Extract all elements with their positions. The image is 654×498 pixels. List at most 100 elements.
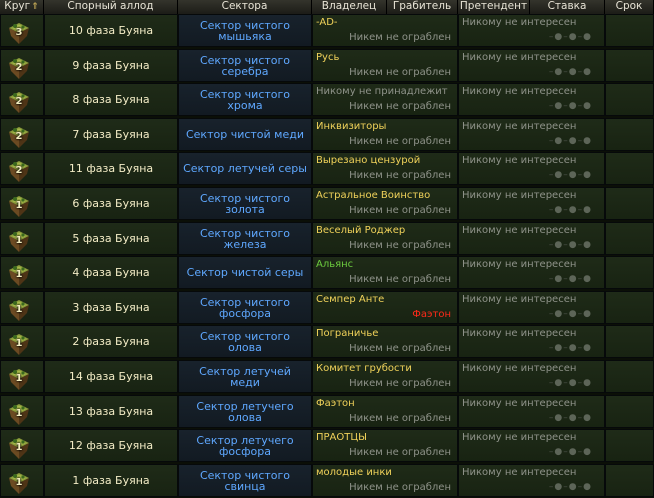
round-number: 2 <box>15 165 23 176</box>
column-header-label: Срок <box>615 0 643 12</box>
table-row[interactable]: 3 10 фаза Буяна Сектор чистого мышьяка -AD-… <box>0 14 654 47</box>
cell-sector[interactable]: Сектор чистой меди <box>178 118 312 151</box>
column-header-sector[interactable]: Сектора <box>178 0 312 14</box>
claimant-text: Никому не интересен <box>462 467 577 478</box>
cell-sector[interactable]: Сектор чистого олова <box>178 325 312 358</box>
owner-name[interactable]: Астральное Воинство <box>316 190 430 201</box>
cell-claimant: Никому не интересен –●–●–● <box>458 325 605 358</box>
column-header-label: Спорный аллод <box>67 0 154 12</box>
cell-sector[interactable]: Сектор летучего олова <box>178 395 312 428</box>
table-row[interactable]: 28 фаза Буяна Сектор чистого хрома Никому … <box>0 83 654 116</box>
round-number: 1 <box>15 408 23 419</box>
claimant-text: Никому не интересен <box>462 190 577 201</box>
cell-round: 2 <box>0 49 44 82</box>
column-header-label: Круг <box>4 0 31 12</box>
owner-name[interactable]: Инквизиторы <box>316 121 386 132</box>
column-header-robber[interactable]: Грабитель <box>387 0 458 14</box>
robber-name: Никем не ограблен <box>349 378 451 389</box>
robber-name: Никем не ограблен <box>349 343 451 354</box>
robber-name: Никем не ограблен <box>349 67 451 78</box>
cell-owner: Пограничье Никем не ограблен <box>312 325 458 358</box>
owner-name[interactable]: Русь <box>316 52 339 63</box>
cell-owner: Никому не принадлежит Никем не ограблен <box>312 83 458 116</box>
owner-name[interactable]: Веселый Роджер <box>316 225 405 236</box>
owner-name[interactable]: Комитет грубости <box>316 363 412 374</box>
claimant-text: Никому не интересен <box>462 294 577 305</box>
cell-claimant: Никому не интересен –●–●–● <box>458 222 605 255</box>
column-header-term[interactable]: Срок <box>605 0 654 14</box>
table-row[interactable]: 1 12 фаза Буяна Сектор летучего фосфора ПРА… <box>0 429 654 462</box>
robber-name: Никем не ограблен <box>349 274 451 285</box>
owner-name[interactable]: Пограничье <box>316 328 378 339</box>
table-row[interactable]: 1 13 фаза Буяна Сектор летучего олова Фаэто… <box>0 395 654 428</box>
cell-claimant: Никому не интересен –●–●–● <box>458 360 605 393</box>
table-row[interactable]: 15 фаза Буяна Сектор чистого железа Веселы… <box>0 222 654 255</box>
owner-name[interactable]: Вырезано цензурой <box>316 155 420 166</box>
cell-round: 1 <box>0 291 44 324</box>
column-header-owner[interactable]: Владелец <box>312 0 387 14</box>
column-header-round[interactable]: Круг⇑ <box>0 0 44 14</box>
cell-owner: Веселый Роджер Никем не ограблен <box>312 222 458 255</box>
claimant-text: Никому не интересен <box>462 17 577 28</box>
bid-dots-icon: –●–●–● <box>548 32 592 42</box>
cell-sector[interactable]: Сектор чистого хрома <box>178 83 312 116</box>
table-row[interactable]: 16 фаза Буяна Сектор чистого золота Астрал… <box>0 187 654 220</box>
cell-sector[interactable]: Сектор летучей серы <box>178 152 312 185</box>
owner-name[interactable]: ПРАОТЦЫ <box>316 432 367 443</box>
table-row[interactable]: 12 фаза Буяна Сектор чистого олова Пограни… <box>0 325 654 358</box>
cell-sector[interactable]: Сектор летучего фосфора <box>178 429 312 462</box>
cell-claimant: Никому не интересен –●–●–● <box>458 152 605 185</box>
cell-sector[interactable]: Сектор чистого золота <box>178 187 312 220</box>
claimant-text: Никому не интересен <box>462 121 577 132</box>
cell-term <box>605 152 654 185</box>
column-header-bid[interactable]: Ставка <box>530 0 605 14</box>
cell-sector[interactable]: Сектор чистой серы <box>178 256 312 289</box>
cell-owner: Вырезано цензурой Никем не ограблен <box>312 152 458 185</box>
robber-name: Никем не ограблен <box>349 101 451 112</box>
cell-sector[interactable]: Сектор чистого серебра <box>178 49 312 82</box>
cell-sector[interactable]: Сектор чистого железа <box>178 222 312 255</box>
cell-owner: молодые инки Никем не ограблен <box>312 464 458 497</box>
table-row[interactable]: 13 фаза Буяна Сектор чистого фосфора Семпе… <box>0 291 654 324</box>
cell-claimant: Никому не интересен –●–●–● <box>458 49 605 82</box>
round-number: 1 <box>15 338 23 349</box>
cell-allod: 13 фаза Буяна <box>44 395 178 428</box>
cell-sector[interactable]: Сектор чистого фосфора <box>178 291 312 324</box>
cell-claimant: Никому не интересен –●–●–● <box>458 83 605 116</box>
owner-name[interactable]: Семпер Анте <box>316 294 384 305</box>
cell-sector[interactable]: Сектор летучей меди <box>178 360 312 393</box>
cell-round: 3 <box>0 14 44 47</box>
cell-term <box>605 256 654 289</box>
column-header-allod[interactable]: Спорный аллод <box>44 0 178 14</box>
owner-name[interactable]: молодые инки <box>316 467 392 478</box>
cell-term <box>605 118 654 151</box>
cell-allod: 9 фаза Буяна <box>44 49 178 82</box>
cell-owner: Русь Никем не ограблен <box>312 49 458 82</box>
owner-name[interactable]: -AD- <box>316 17 338 28</box>
owner-name[interactable]: Фаэтон <box>316 398 355 409</box>
column-header-label: Владелец <box>321 0 377 12</box>
table-row[interactable]: 11 фаза Буяна Сектор чистого свинца молоды… <box>0 464 654 497</box>
bid-dots-icon: –●–●–● <box>548 136 592 146</box>
cell-owner: ПРАОТЦЫ Никем не ограблен <box>312 429 458 462</box>
table-row[interactable]: 2 11 фаза Буяна Сектор летучей серы Вырезан… <box>0 152 654 185</box>
column-header-claimant[interactable]: Претендент <box>458 0 530 14</box>
cell-round: 1 <box>0 360 44 393</box>
cell-claimant: Никому не интересен –●–●–● <box>458 429 605 462</box>
cell-term <box>605 325 654 358</box>
cell-sector[interactable]: Сектор чистого свинца <box>178 464 312 497</box>
owner-name[interactable]: Никому не принадлежит <box>316 86 448 97</box>
table-row[interactable]: 1 14 фаза Буяна Сектор летучей меди Комитет… <box>0 360 654 393</box>
table-row[interactable]: 2 9 фаза Буяна Сектор чистого серебра Русь Н… <box>0 49 654 82</box>
cell-owner: -AD- Никем не ограблен <box>312 14 458 47</box>
table-row[interactable]: 1 4 фаза Буяна Сектор чистой серы Альянс Ник… <box>0 256 654 289</box>
cell-allod: 10 фаза Буяна <box>44 14 178 47</box>
cell-owner: Астральное Воинство Никем не ограблен <box>312 187 458 220</box>
cell-sector[interactable]: Сектор чистого мышьяка <box>178 14 312 47</box>
round-number: 1 <box>15 304 23 315</box>
bid-dots-icon: –●–●–● <box>548 240 592 250</box>
table-row[interactable]: 27 фаза Буяна Сектор чистой меди Инквизито… <box>0 118 654 151</box>
claimant-text: Никому не интересен <box>462 363 577 374</box>
owner-name[interactable]: Альянс <box>316 259 353 270</box>
cell-round: 1 <box>0 325 44 358</box>
